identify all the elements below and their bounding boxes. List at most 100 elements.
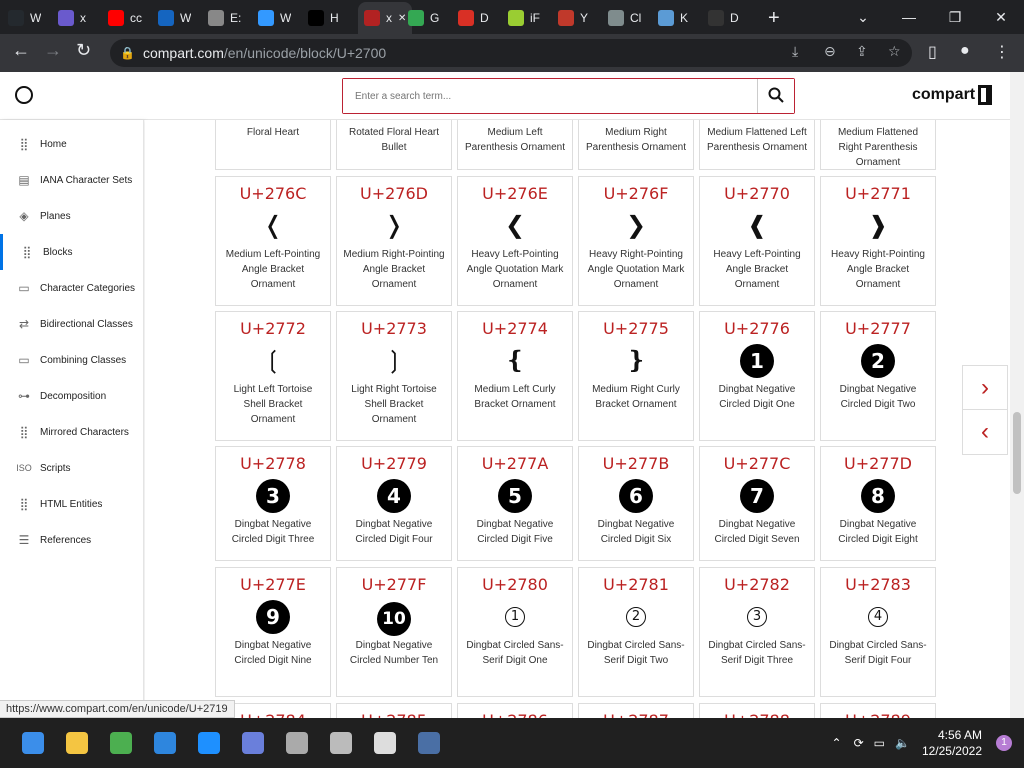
char-cell[interactable]: U+2776 1 Dingbat Negative Circled Digit On… [699,311,815,441]
lock-icon[interactable]: 🔒 [120,46,135,60]
char-cell[interactable]: U+2782 3 Dingbat Circled Sans-Serif Digit … [699,567,815,697]
sidebar-item-scripts[interactable]: ISO Scripts [0,450,144,486]
install-icon[interactable]: ⤓ [792,43,798,60]
language-globe-icon[interactable] [15,86,33,104]
char-cell[interactable]: U+2774 ❴ Medium Left Curly Bracket Ornamen… [457,311,573,441]
reload-button[interactable]: ↻ [76,40,91,61]
char-cell[interactable]: Floral Heart [215,120,331,170]
maximize-button[interactable]: ❐ [932,9,978,26]
sidebar-item-planes[interactable]: ◈ Planes [0,198,144,234]
browser-tab[interactable]: K [658,6,688,30]
update-icon[interactable]: ⟳ [854,736,864,750]
sidebar-item-blocks[interactable]: ⣿ Blocks [0,234,144,270]
char-cell[interactable]: U+276F ❯ Heavy Right-Pointing Angle Quotat… [578,176,694,306]
share-icon[interactable]: ⇪ [856,43,868,60]
browser-tab[interactable]: x ✕ [358,2,413,34]
compart-logo[interactable]: compart [912,85,993,105]
tray-chevron-icon[interactable]: ⌃ [832,736,842,750]
close-window-button[interactable]: ✕ [978,9,1024,26]
char-cell[interactable]: U+2779 4 Dingbat Negative Circled Digit Fo… [336,446,452,561]
sidebar-item-iana-character-sets[interactable]: ▤ IANA Character Sets [0,162,144,198]
sidebar-item-character-categories[interactable]: ▭ Character Categories [0,270,144,306]
char-cell[interactable]: U+277D 8 Dingbat Negative Circled Digit Ei… [820,446,936,561]
menu-kebab-icon[interactable]: ⋮ [994,42,1010,62]
browser-tab[interactable]: Cl [608,6,641,30]
browser-tab[interactable]: W [8,6,41,30]
next-page-button[interactable]: › [963,366,1007,410]
char-cell[interactable]: U+2771 ❱ Heavy Right-Pointing Angle Bracke… [820,176,936,306]
char-cell[interactable]: Medium Flattened Left Parenthesis Orname… [699,120,815,170]
browser-tab[interactable]: D [708,6,739,30]
char-cell[interactable]: U+277B 6 Dingbat Negative Circled Digit Si… [578,446,694,561]
browser-tab[interactable]: cc [108,6,142,30]
forward-button[interactable]: → [44,40,62,61]
browser-tab[interactable]: Y [558,6,588,30]
7zip-icon[interactable] [374,732,396,754]
char-cell[interactable]: Rotated Floral Heart Bullet [336,120,452,170]
char-cell[interactable]: U+277C 7 Dingbat Negative Circled Digit Se… [699,446,815,561]
char-cell[interactable]: U+2778 3 Dingbat Negative Circled Digit Th… [215,446,331,561]
file-explorer-icon[interactable] [66,732,88,754]
clock[interactable]: 4:56 AM 12/25/2022 [922,727,982,759]
char-cell[interactable]: U+276D ❭ Medium Right-Pointing Angle Brack… [336,176,452,306]
char-cell[interactable]: U+2775 ❵ Medium Right Curly Bracket Orname… [578,311,694,441]
browser-tab[interactable]: H [308,6,339,30]
network-icon[interactable]: ▭ [874,736,885,750]
sidebar-item-html-entities[interactable]: ⣿ HTML Entities [0,486,144,522]
sidebar-item-mirrored-characters[interactable]: ⣿ Mirrored Characters [0,414,144,450]
char-cell[interactable]: U+2772 ❲ Light Left Tortoise Shell Bracket… [215,311,331,441]
notification-badge[interactable]: 1 [996,735,1012,751]
sidebar-item-combining-classes[interactable]: ▭ Combining Classes [0,342,144,378]
globe-app-icon[interactable] [154,732,176,754]
close-tab-icon[interactable]: ✕ [398,13,406,24]
back-button[interactable]: ← [12,40,30,61]
scrollbar-thumb[interactable] [1013,412,1021,494]
omnibox[interactable]: 🔒 compart.com/en/unicode/block/U+2700 ⤓ … [110,39,912,67]
char-cell[interactable]: Medium Left Parenthesis Ornament [457,120,573,170]
boxes-icon[interactable] [330,732,352,754]
bookmark-star-icon[interactable]: ☆ [888,43,901,60]
tab-search-icon[interactable]: ⌄ [840,9,886,26]
prev-page-button[interactable]: ‹ [963,410,1007,454]
scrollbar[interactable] [1010,72,1024,718]
zoom-icon[interactable]: ⊖ [824,43,836,60]
browser-tab[interactable]: W [258,6,291,30]
char-cell[interactable]: U+2773 ❳ Light Right Tortoise Shell Bracke… [336,311,452,441]
sidebar-item-bidirectional-classes[interactable]: ⇄ Bidirectional Classes [0,306,144,342]
sidepanel-icon[interactable]: ▯ [928,42,937,62]
char-cell[interactable]: Medium Right Parenthesis Ornament [578,120,694,170]
char-cell[interactable]: U+2781 2 Dingbat Circled Sans-Serif Digit … [578,567,694,697]
char-cell[interactable]: U+2789 [820,703,936,718]
browser-tab[interactable]: iF [508,6,540,30]
minimize-button[interactable]: — [886,9,932,25]
char-cell[interactable]: U+2780 1 Dingbat Circled Sans-Serif Digit … [457,567,573,697]
cube-icon[interactable] [286,732,308,754]
sidebar-item-home[interactable]: ⣿ Home [0,126,144,162]
browser-tab[interactable]: E: [208,6,241,30]
char-cell[interactable]: U+2785 [336,703,452,718]
char-cell[interactable]: U+277F 10 Dingbat Negative Circled Number … [336,567,452,697]
char-cell[interactable]: U+277A 5 Dingbat Negative Circled Digit Fi… [457,446,573,561]
search-input[interactable] [343,79,757,113]
browser-tab[interactable]: x [58,6,86,30]
monitor-icon[interactable] [418,732,440,754]
char-cell[interactable]: U+2770 ❰ Heavy Left-Pointing Angle Bracket… [699,176,815,306]
sidebar-item-references[interactable]: ☰ References [0,522,144,558]
char-cell[interactable]: U+277E 9 Dingbat Negative Circled Digit Ni… [215,567,331,697]
char-cell[interactable]: U+2786 [457,703,573,718]
char-cell[interactable]: U+276E ❮ Heavy Left-Pointing Angle Quotati… [457,176,573,306]
url-text[interactable]: compart.com/en/unicode/block/U+2700 [143,45,386,61]
browser-tab[interactable]: D [458,6,489,30]
char-cell[interactable]: U+2783 4 Dingbat Circled Sans-Serif Digit … [820,567,936,697]
start-icon[interactable] [22,732,44,754]
char-cell[interactable]: U+2787 [578,703,694,718]
app-a-icon[interactable] [242,732,264,754]
new-tab-button[interactable]: + [768,6,780,30]
char-cell[interactable]: U+2788 [699,703,815,718]
char-cell[interactable]: Medium Flattened Right Parenthesis Ornam… [820,120,936,170]
volume-icon[interactable]: 🔈 [895,736,910,750]
search-button[interactable] [757,79,794,113]
sidebar-item-decomposition[interactable]: ⊶ Decomposition [0,378,144,414]
chrome-icon[interactable] [110,732,132,754]
store-icon[interactable] [198,732,220,754]
